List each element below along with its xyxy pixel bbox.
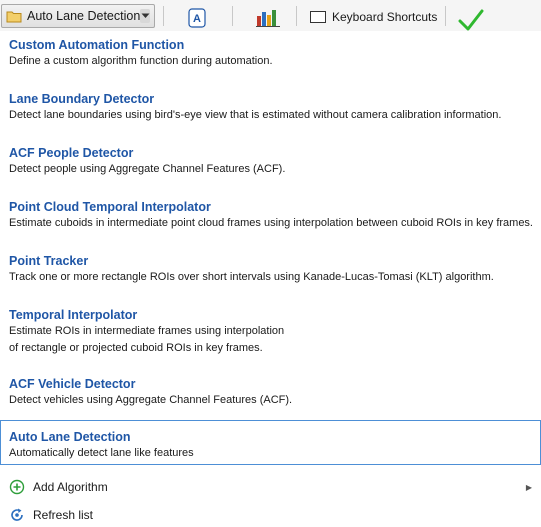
chevron-down-icon: [140, 9, 150, 23]
refresh-icon: [9, 507, 25, 523]
menu-item-title: Auto Lane Detection: [9, 430, 131, 444]
menu-item-point-tracker[interactable]: Point Tracker Track one or more rectangl…: [0, 253, 541, 286]
keyboard-shortcuts-label: Keyboard Shortcuts: [332, 10, 438, 24]
menu-item-description: Detect lane boundaries using bird's-eye …: [9, 109, 502, 121]
algorithm-dropdown-label: Auto Lane Detection: [27, 9, 141, 23]
toolbar-separator: [232, 6, 233, 26]
toolbar: Auto Lane Detection A Keyboard Shortcuts: [0, 0, 541, 32]
add-algorithm-menu-item[interactable]: Add Algorithm ▶: [0, 475, 541, 499]
menu-item-description: Estimate cuboids in intermediate point c…: [9, 217, 533, 229]
plus-circle-icon: [9, 479, 25, 495]
menu-item-temporal-interpolator[interactable]: Temporal Interpolator Estimate ROIs in i…: [0, 307, 541, 357]
menu-item-auto-lane-detection[interactable]: Auto Lane Detection Automatically detect…: [0, 420, 541, 465]
menu-item-title: Temporal Interpolator: [9, 308, 138, 322]
checkmark-icon[interactable]: [458, 8, 484, 32]
menu-item-title: Point Cloud Temporal Interpolator: [9, 200, 211, 214]
menu-item-title: Lane Boundary Detector: [9, 92, 155, 106]
add-algorithm-label: Add Algorithm: [33, 480, 108, 494]
menu-item-description: Automatically detect lane like features: [9, 447, 194, 459]
refresh-list-label: Refresh list: [33, 508, 94, 522]
folder-icon: [6, 9, 22, 23]
menu-item-description: Define a custom algorithm function durin…: [9, 55, 273, 67]
chart-icon[interactable]: [256, 6, 280, 32]
keyboard-shortcuts-button[interactable]: Keyboard Shortcuts: [310, 10, 437, 24]
menu-item-custom-automation-function[interactable]: Custom Automation Function Define a cust…: [0, 37, 541, 70]
toolbar-separator: [163, 6, 164, 26]
refresh-list-menu-item[interactable]: Refresh list: [0, 503, 541, 527]
menu-item-description: Track one or more rectangle ROIs over sh…: [9, 271, 494, 283]
menu-item-description: Detect people using Aggregate Channel Fe…: [9, 163, 286, 175]
menu-item-lane-boundary-detector[interactable]: Lane Boundary Detector Detect lane bound…: [0, 91, 541, 124]
algorithm-dropdown[interactable]: Auto Lane Detection: [1, 4, 155, 28]
menu-item-title: ACF Vehicle Detector: [9, 377, 136, 391]
menu-item-point-cloud-temporal-interpolator[interactable]: Point Cloud Temporal Interpolator Estima…: [0, 199, 541, 232]
menu-item-description: of rectangle or projected cuboid ROIs in…: [9, 342, 263, 354]
menu-item-description: Detect vehicles using Aggregate Channel …: [9, 394, 293, 406]
menu-item-title: ACF People Detector: [9, 146, 134, 160]
text-label-icon[interactable]: A: [186, 6, 208, 32]
toolbar-separator: [296, 6, 297, 26]
svg-text:A: A: [193, 13, 201, 25]
automation-window: Auto Lane Detection A Keyboard Shortcuts…: [0, 0, 541, 527]
submenu-arrow-icon: ▶: [525, 482, 532, 492]
menu-item-title: Point Tracker: [9, 254, 89, 268]
menu-item-acf-vehicle-detector[interactable]: ACF Vehicle Detector Detect vehicles usi…: [0, 376, 541, 409]
menu-item-acf-people-detector[interactable]: ACF People Detector Detect people using …: [0, 145, 541, 178]
keyboard-icon: [310, 11, 326, 23]
menu-item-description: Estimate ROIs in intermediate frames usi…: [9, 325, 285, 337]
toolbar-separator: [445, 6, 446, 26]
menu-item-title: Custom Automation Function: [9, 38, 185, 52]
algorithm-menu: Custom Automation Function Define a cust…: [0, 31, 541, 527]
